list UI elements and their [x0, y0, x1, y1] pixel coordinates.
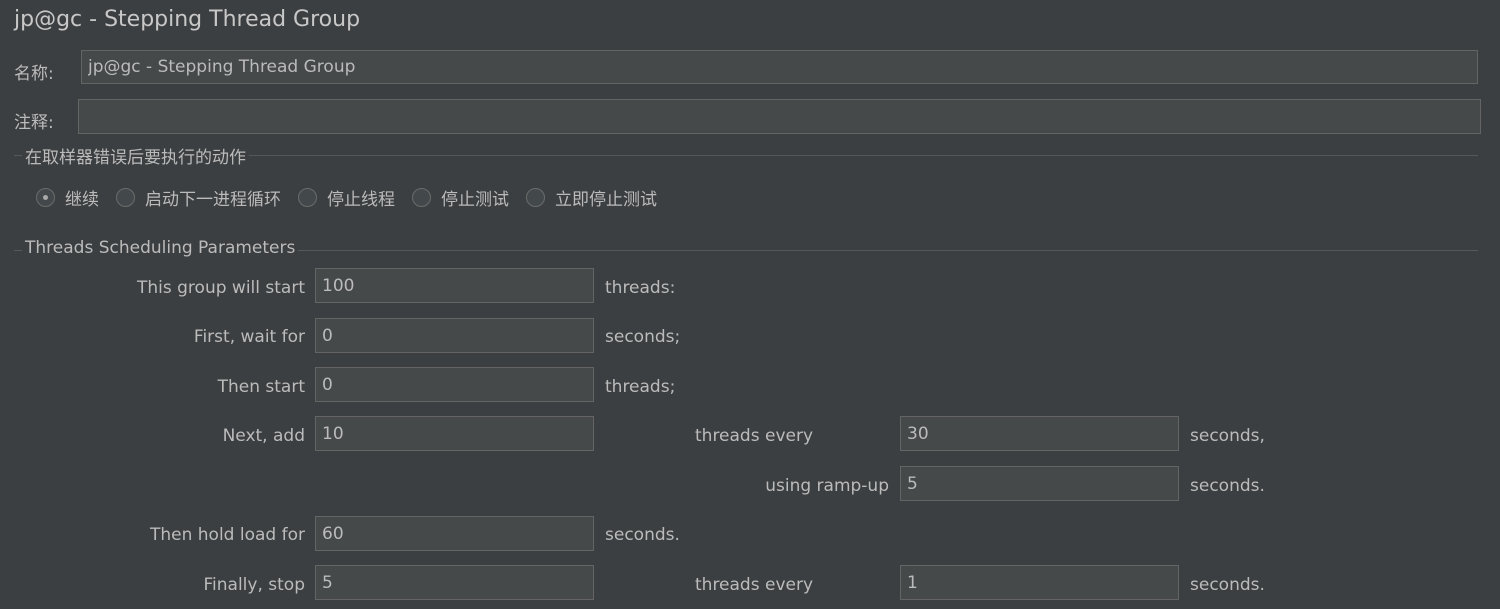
start-threads-input[interactable] [315, 268, 594, 303]
increment-period-input[interactable] [900, 416, 1179, 451]
radio-continue[interactable]: 继续 [36, 185, 99, 210]
name-label: 名称: [14, 64, 54, 84]
increment-label: Next, add [222, 426, 305, 446]
radio-label: 继续 [65, 190, 99, 210]
start-threads-label: This group will start [137, 278, 305, 298]
increment-suffix: seconds, [1190, 426, 1265, 446]
sampler-error-section: 在取样器错误后要执行的动作 [14, 143, 1478, 168]
sampler-error-radio-group: 继续 启动下一进程循环 停止线程 停止测试 立即停止测试 [36, 185, 674, 210]
increment-middle-label: threads every [695, 426, 814, 446]
scheduling-title: Threads Scheduling Parameters [22, 238, 299, 258]
radio-unchecked-icon[interactable] [412, 188, 431, 207]
hold-input[interactable] [315, 516, 594, 551]
hold-label: Then hold load for [149, 525, 305, 545]
stop-label: Finally, stop [203, 575, 306, 595]
radio-stop-thread[interactable]: 停止线程 [298, 185, 395, 210]
initial-delay-suffix: seconds; [605, 327, 681, 347]
initial-delay-label: First, wait for [193, 327, 305, 347]
radio-unchecked-icon[interactable] [116, 188, 135, 207]
stop-input[interactable] [315, 565, 594, 600]
start-users-input[interactable] [315, 367, 594, 402]
radio-label: 停止测试 [441, 190, 509, 210]
radio-unchecked-icon[interactable] [526, 188, 545, 207]
stop-period-input[interactable] [900, 565, 1179, 600]
panel-title: jp@gc - Stepping Thread Group [14, 7, 361, 32]
increment-input[interactable] [315, 416, 594, 451]
initial-delay-input[interactable] [315, 318, 594, 353]
start-users-label: Then start [217, 377, 305, 397]
hold-suffix: seconds. [605, 525, 680, 545]
start-threads-suffix: threads: [605, 278, 676, 298]
comment-label: 注释: [14, 113, 54, 133]
radio-start-next-loop[interactable]: 启动下一进程循环 [116, 185, 281, 210]
radio-stop-test-now[interactable]: 立即停止测试 [526, 185, 657, 210]
ramp-up-suffix: seconds. [1190, 476, 1265, 496]
name-input[interactable] [81, 50, 1478, 84]
radio-label: 停止线程 [327, 190, 395, 210]
stop-suffix: seconds. [1190, 575, 1265, 595]
ramp-up-input[interactable] [900, 466, 1179, 501]
radio-label: 立即停止测试 [555, 190, 657, 210]
radio-label: 启动下一进程循环 [145, 190, 281, 210]
start-users-suffix: threads; [605, 377, 676, 397]
sampler-error-title: 在取样器错误后要执行的动作 [22, 143, 249, 168]
comment-input[interactable] [78, 99, 1481, 134]
radio-unchecked-icon[interactable] [298, 188, 317, 207]
stop-middle-label: threads every [695, 575, 814, 595]
ramp-up-label: using ramp-up [765, 476, 889, 496]
scheduling-section: Threads Scheduling Parameters [14, 238, 1478, 258]
radio-checked-icon[interactable] [36, 188, 55, 207]
radio-stop-test[interactable]: 停止测试 [412, 185, 509, 210]
